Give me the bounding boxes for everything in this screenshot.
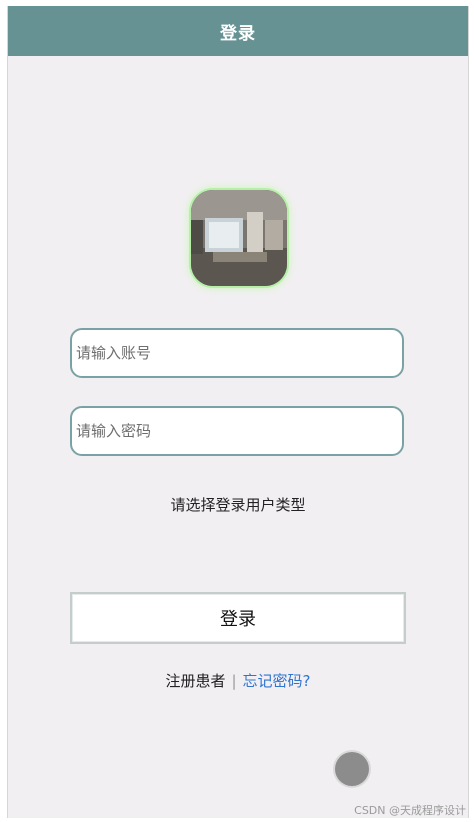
app-screen: 登录 请选择登录用户类型 登录 注册患者 | 忘记密码? xyxy=(7,6,469,818)
auth-links: 注册患者 | 忘记密码? xyxy=(8,670,468,691)
forgot-password-link[interactable]: 忘记密码? xyxy=(243,672,311,690)
account-input[interactable] xyxy=(74,343,402,363)
user-type-selector[interactable]: 请选择登录用户类型 xyxy=(8,494,468,515)
top-bar: 登录 xyxy=(8,6,468,56)
app-logo-image xyxy=(191,190,287,286)
register-patient-link[interactable]: 注册患者 xyxy=(165,672,225,690)
account-field[interactable] xyxy=(70,328,404,378)
password-field[interactable] xyxy=(70,406,404,456)
link-separator: | xyxy=(231,672,237,690)
watermark: CSDN @天成程序设计 xyxy=(354,804,466,817)
floating-circle-button[interactable] xyxy=(335,752,369,786)
login-button[interactable]: 登录 xyxy=(70,592,406,644)
page-title: 登录 xyxy=(220,23,256,44)
password-input[interactable] xyxy=(74,421,402,441)
